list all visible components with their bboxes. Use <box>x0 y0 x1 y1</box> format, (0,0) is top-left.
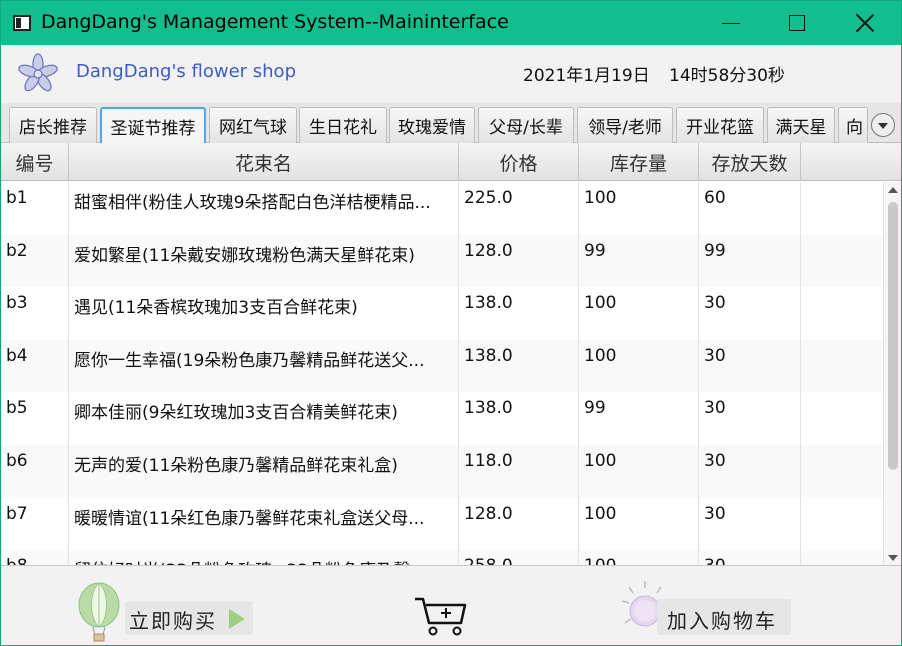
table-row[interactable]: b4 愿你一生幸福(19朵粉色康乃馨精品鲜花送父... 138.0 100 30 <box>1 339 883 393</box>
cell-name: 无声的爱(11朵粉色康乃馨精品鲜花束礼盒) <box>69 445 459 498</box>
cell-days: 30 <box>699 392 801 445</box>
vertical-scrollbar[interactable] <box>883 182 901 565</box>
shop-name: DangDang's flower shop <box>76 61 296 82</box>
cell-id: b7 <box>1 497 69 551</box>
scroll-up-arrow-icon[interactable] <box>887 185 899 195</box>
tab-birthday[interactable]: 生日花礼 <box>299 107 387 143</box>
tab-leader-teacher[interactable]: 领导/老师 <box>577 107 673 143</box>
cell-stock: 100 <box>579 497 699 551</box>
table-row[interactable]: b1 甜蜜相伴(粉佳人玫瑰9朵搭配白色洋桔梗精品... 225.0 100 60 <box>1 182 883 235</box>
cell-days: 30 <box>699 339 801 393</box>
column-header-id[interactable]: 编号 <box>1 143 69 181</box>
cell-id: b1 <box>1 182 69 235</box>
cell-days: 30 <box>699 550 801 565</box>
cell-id: b4 <box>1 339 69 393</box>
cell-days: 30 <box>699 287 801 340</box>
cell-stock: 99 <box>579 392 699 445</box>
cell-id: b8 <box>1 550 69 565</box>
cell-price: 128.0 <box>459 497 579 551</box>
app-window-icon <box>13 15 31 31</box>
cell-name: 遇见(11朵香槟玫瑰加3支百合鲜花束) <box>69 287 459 340</box>
cell-days: 30 <box>699 445 801 498</box>
cell-price: 128.0 <box>459 234 579 288</box>
buy-now-button[interactable]: 立即购买 <box>75 575 257 642</box>
scroll-down-arrow-icon[interactable] <box>887 553 899 563</box>
table-header: 编号 花束名 价格 库存量 存放天数 <box>1 143 901 181</box>
column-header-stock[interactable]: 库存量 <box>579 143 699 181</box>
flower-logo-icon <box>18 53 58 92</box>
cell-name: 愿你一生幸福(19朵粉色康乃馨精品鲜花送父... <box>69 339 459 393</box>
cell-stock: 100 <box>579 550 699 565</box>
cell-name: 甜蜜相伴(粉佳人玫瑰9朵搭配白色洋桔梗精品... <box>69 182 459 235</box>
cell-name: 爱如繁星(11朵戴安娜玫瑰粉色满天星鲜花束) <box>69 234 459 288</box>
cell-stock: 100 <box>579 445 699 498</box>
cell-stock: 100 <box>579 182 699 235</box>
table-row[interactable]: b5 卿本佳丽(9朵红玫瑰加3支百合精美鲜花束) 138.0 99 30 <box>1 392 883 445</box>
table-body: b1 甜蜜相伴(粉佳人玫瑰9朵搭配白色洋桔梗精品... 225.0 100 60… <box>1 182 883 565</box>
scroll-thumb[interactable] <box>888 202 898 470</box>
tab-opening-basket[interactable]: 开业花篮 <box>676 107 764 143</box>
bottom-toolbar: 立即购买 加入购物车 <box>1 567 901 645</box>
minimize-icon <box>722 22 740 24</box>
table-row[interactable]: b3 遇见(11朵香槟玫瑰加3支百合鲜花束) 138.0 100 30 <box>1 287 883 340</box>
column-header-name[interactable]: 花束名 <box>69 143 459 181</box>
cell-name: 卿本佳丽(9朵红玫瑰加3支百合精美鲜花束) <box>69 392 459 445</box>
cell-id: b3 <box>1 287 69 340</box>
cell-days: 60 <box>699 182 801 235</box>
maximize-button[interactable] <box>767 1 827 45</box>
add-to-cart-button[interactable]: 加入购物车 <box>619 575 799 639</box>
minimize-button[interactable] <box>701 1 761 45</box>
cell-id: b2 <box>1 234 69 288</box>
cell-stock: 100 <box>579 339 699 393</box>
table-row[interactable]: b2 爱如繁星(11朵戴安娜玫瑰粉色满天星鲜花束) 128.0 99 99 <box>1 234 883 288</box>
cell-days: 99 <box>699 234 801 288</box>
cell-price: 138.0 <box>459 287 579 340</box>
table-row[interactable]: b8 留住好时光(33朵粉色玫瑰+33朵粉色康乃馨+... 258.0 100 … <box>1 550 883 565</box>
tab-balloons[interactable]: 网红气球 <box>209 107 297 143</box>
tab-manager-recommend[interactable]: 店长推荐 <box>9 107 97 143</box>
table-row[interactable]: b7 暖暖情谊(11朵红色康乃馨鲜花束礼盒送父母... 128.0 100 30 <box>1 497 883 551</box>
column-header-filler <box>801 143 901 181</box>
close-button[interactable] <box>835 1 895 45</box>
column-header-days[interactable]: 存放天数 <box>699 143 801 181</box>
tab-parents-elders[interactable]: 父母/长辈 <box>478 107 574 143</box>
cell-days: 30 <box>699 497 801 551</box>
cell-price: 225.0 <box>459 182 579 235</box>
close-icon <box>855 13 875 33</box>
play-arrow-icon <box>229 609 245 629</box>
main-window: DangDang's Management System--Maininterf… <box>0 0 902 646</box>
shopping-cart-icon[interactable] <box>413 593 469 637</box>
cell-id: b5 <box>1 392 69 445</box>
current-time: 14时58分30秒 <box>669 66 785 86</box>
cell-price: 118.0 <box>459 445 579 498</box>
tab-babys-breath[interactable]: 满天星 <box>767 107 835 143</box>
cell-price: 138.0 <box>459 392 579 445</box>
balloon-icon <box>78 582 120 642</box>
tab-menu-chevron-down-icon[interactable] <box>871 113 895 137</box>
cell-stock: 100 <box>579 287 699 340</box>
title-bar[interactable]: DangDang's Management System--Maininterf… <box>1 1 901 45</box>
window-title: DangDang's Management System--Maininterf… <box>41 11 509 33</box>
cell-id: b6 <box>1 445 69 498</box>
add-to-cart-label: 加入购物车 <box>667 609 777 633</box>
cell-price: 258.0 <box>459 550 579 565</box>
cell-name: 暖暖情谊(11朵红色康乃馨鲜花束礼盒送父母... <box>69 497 459 551</box>
cell-stock: 99 <box>579 234 699 288</box>
current-date: 2021年1月19日 <box>523 66 650 86</box>
table-row[interactable]: b6 无声的爱(11朵粉色康乃馨精品鲜花束礼盒) 118.0 100 30 <box>1 445 883 498</box>
tab-overflow[interactable]: 向 <box>838 107 868 143</box>
flower-table: 编号 花束名 价格 库存量 存放天数 b1 甜蜜相伴(粉佳人玫瑰9朵搭配白色洋桔… <box>1 143 901 566</box>
cell-name: 留住好时光(33朵粉色玫瑰+33朵粉色康乃馨+... <box>69 550 459 565</box>
column-header-price[interactable]: 价格 <box>459 143 579 181</box>
header: DangDang's flower shop 2021年1月19日 14时58分… <box>1 45 901 101</box>
cell-price: 138.0 <box>459 339 579 393</box>
tab-rose-love[interactable]: 玫瑰爱情 <box>389 107 475 143</box>
tab-christmas-recommend[interactable]: 圣诞节推荐 <box>100 107 206 144</box>
maximize-icon <box>789 15 805 31</box>
buy-now-label: 立即购买 <box>129 609 217 633</box>
category-tab-bar: 店长推荐 圣诞节推荐 网红气球 生日花礼 玫瑰爱情 父母/长辈 领导/老师 开业… <box>1 103 901 144</box>
